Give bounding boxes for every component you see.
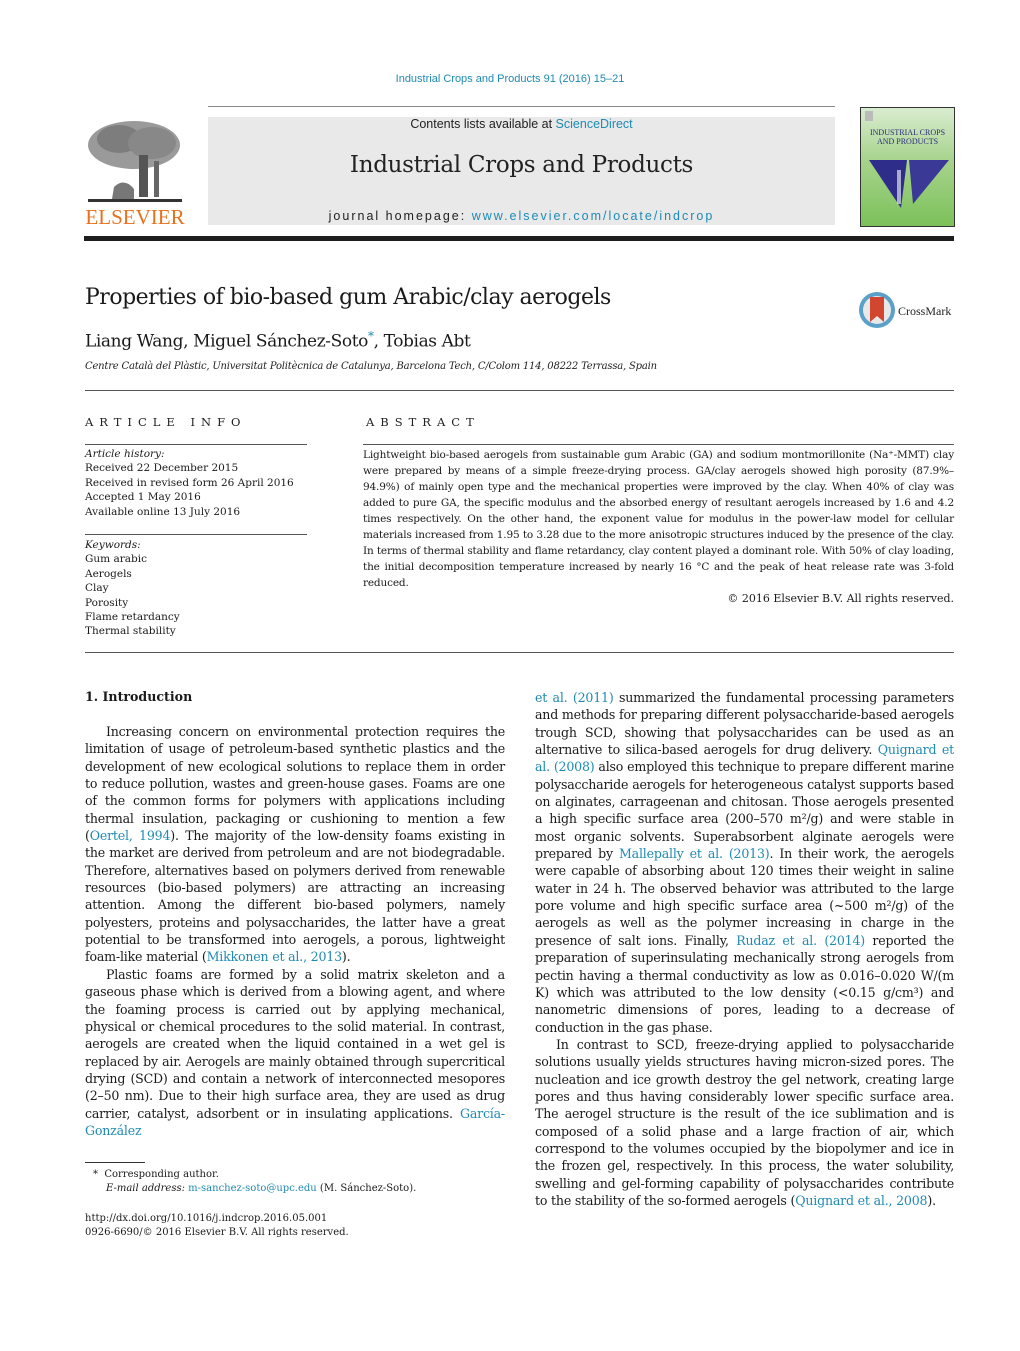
citation-link[interactable]: et al. (2011) bbox=[535, 690, 614, 705]
paragraph-text: Increasing concern on environmental prot… bbox=[85, 724, 505, 844]
contents-line: Contents lists available at ScienceDirec… bbox=[208, 117, 835, 131]
cover-art-icon bbox=[865, 111, 949, 208]
citation-link[interactable]: Oertel, 1994 bbox=[90, 828, 171, 843]
author-name[interactable]: Miguel Sánchez-Soto bbox=[193, 332, 368, 352]
author-name[interactable]: Liang Wang bbox=[85, 332, 183, 352]
paragraph-text: reported the preparation of superinsulat… bbox=[535, 932, 954, 1035]
keywords: Keywords: Gum arabic Aerogels Clay Poros… bbox=[85, 538, 180, 639]
email-note: E-mail address: m-sanchez-soto@upc.edu (… bbox=[106, 1182, 416, 1197]
journal-title: Industrial Crops and Products bbox=[349, 152, 694, 178]
keyword-item: Porosity bbox=[85, 596, 129, 609]
keywords-label: Keywords: bbox=[85, 539, 141, 551]
footnote-mark: * bbox=[93, 1169, 98, 1180]
corresponding-author-note: * Corresponding author. bbox=[93, 1168, 219, 1183]
homepage-line: journal homepage: www.elsevier.com/locat… bbox=[208, 209, 835, 223]
divider bbox=[85, 444, 307, 445]
history-label: Article history: bbox=[85, 448, 165, 460]
crossmark-label: CrossMark bbox=[898, 304, 952, 318]
body-paragraph: et al. (2011) summarized the fundamental… bbox=[535, 689, 954, 1036]
paragraph-text: ). bbox=[341, 949, 351, 965]
divider bbox=[85, 390, 954, 391]
author-separator: , bbox=[183, 331, 194, 352]
citation-link[interactable]: Mallepally et al. (2013) bbox=[619, 846, 770, 861]
divider bbox=[85, 534, 307, 535]
history-item: Received 22 December 2015 bbox=[85, 462, 239, 475]
history-item: Available online 13 July 2016 bbox=[85, 505, 241, 518]
keyword-item: Flame retardancy bbox=[85, 611, 180, 624]
body-column-right: et al. (2011) summarized the fundamental… bbox=[535, 689, 954, 1209]
footnote-text: Corresponding author. bbox=[104, 1169, 219, 1180]
keyword-item: Aerogels bbox=[85, 567, 132, 580]
article-history: Article history: Received 22 December 20… bbox=[85, 447, 294, 519]
article-title: Properties of bio-based gum Arabic/clay … bbox=[85, 285, 611, 310]
tree-icon bbox=[88, 121, 182, 202]
contents-prefix: Contents lists available at bbox=[410, 117, 556, 131]
keyword-item: Thermal stability bbox=[85, 625, 176, 638]
journal-cover-image[interactable]: INDUSTRIAL CROPS AND PRODUCTS bbox=[860, 107, 955, 227]
crossmark-badge[interactable]: CrossMark bbox=[858, 291, 958, 331]
body-paragraph: Plastic foams are formed by a solid matr… bbox=[85, 966, 505, 1139]
doi-link[interactable]: http://dx.doi.org/10.1016/j.indcrop.2016… bbox=[85, 1212, 327, 1227]
body-paragraph: Increasing concern on environmental prot… bbox=[85, 723, 505, 966]
divider bbox=[363, 444, 954, 445]
keyword-item: Gum arabic bbox=[85, 553, 147, 566]
paragraph-text: Plastic foams are formed by a solid matr… bbox=[85, 966, 505, 1121]
paragraph-text: ). bbox=[927, 1192, 936, 1208]
crossmark-icon bbox=[859, 292, 895, 328]
abstract-text: Lightweight bio-based aerogels from sust… bbox=[363, 449, 954, 589]
divider bbox=[85, 652, 954, 653]
header-divider bbox=[208, 106, 835, 107]
body-paragraph: In contrast to SCD, freeze-drying applie… bbox=[535, 1036, 954, 1209]
article-info-heading: ARTICLE INFO bbox=[85, 415, 247, 429]
author-separator: , bbox=[373, 331, 384, 352]
email-label: E-mail address: bbox=[106, 1183, 185, 1194]
paragraph-text: ). The majority of the low-density foams… bbox=[85, 828, 505, 965]
sciencedirect-link[interactable]: ScienceDirect bbox=[556, 117, 633, 131]
homepage-link[interactable]: www.elsevier.com/locate/indcrop bbox=[472, 209, 715, 223]
abstract-heading: ABSTRACT bbox=[366, 415, 480, 429]
author-list: Liang Wang, Miguel Sánchez-Soto*, Tobias… bbox=[85, 329, 471, 352]
section-heading: 1. Introduction bbox=[85, 689, 193, 704]
author-name[interactable]: Tobias Abt bbox=[384, 332, 471, 352]
history-item: Received in revised form 26 April 2016 bbox=[85, 476, 294, 489]
abstract-copyright: © 2016 Elsevier B.V. All rights reserved… bbox=[727, 592, 954, 605]
citation-link[interactable]: Rudaz et al. (2014) bbox=[736, 933, 865, 948]
email-suffix: (M. Sánchez-Soto). bbox=[316, 1183, 417, 1194]
journal-reference-link[interactable]: Industrial Crops and Products 91 (2016) … bbox=[0, 73, 1020, 85]
body-column-left: Increasing concern on environmental prot… bbox=[85, 723, 505, 1139]
paragraph-text: In contrast to SCD, freeze-drying applie… bbox=[535, 1036, 954, 1208]
homepage-prefix: journal homepage: bbox=[328, 209, 472, 223]
header-thick-rule bbox=[84, 236, 954, 241]
email-link[interactable]: m-sanchez-soto@upc.edu bbox=[188, 1183, 317, 1194]
citation-link[interactable]: Mikkonen et al., 2013 bbox=[207, 949, 343, 964]
affiliation: Centre Català del Plàstic, Universitat P… bbox=[85, 361, 657, 372]
elsevier-wordmark: ELSEVIER bbox=[85, 205, 185, 229]
footnote-divider bbox=[85, 1162, 145, 1163]
issn-copyright: 0926-6690/© 2016 Elsevier B.V. All right… bbox=[85, 1227, 349, 1238]
history-item: Accepted 1 May 2016 bbox=[85, 491, 201, 504]
citation-link[interactable]: Quignard et al., 2008 bbox=[795, 1193, 927, 1208]
keyword-item: Clay bbox=[85, 582, 109, 595]
